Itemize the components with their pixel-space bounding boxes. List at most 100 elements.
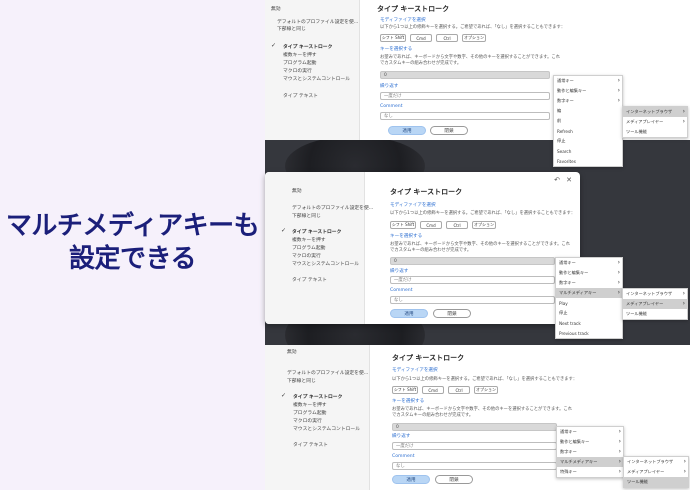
sidebar-item-type-text[interactable]: タイプ テキスト bbox=[293, 441, 328, 448]
modifier-desc: 以下から1つ以上の修飾キーを選択する。ご希望であれば、「なし」を選択することもで… bbox=[392, 377, 578, 382]
chevron-right-icon: › bbox=[617, 77, 620, 84]
menu-item[interactable]: 通常キー › bbox=[557, 427, 623, 437]
sidebar-item-multikey[interactable]: 複数キーを押す bbox=[283, 51, 317, 58]
sidebar-item-multikey[interactable]: 複数キーを押す bbox=[293, 401, 327, 408]
modifier-shift-button[interactable]: シフト Shift bbox=[390, 221, 416, 229]
modifier-shift-button[interactable]: シフト Shift bbox=[392, 386, 418, 394]
menu-item[interactable]: ツール機能 bbox=[623, 127, 687, 137]
key-input[interactable]: 0 bbox=[380, 71, 550, 79]
menu-item[interactable]: ツール機能 bbox=[624, 477, 688, 487]
cancel-button[interactable]: 閉鎖 bbox=[433, 309, 471, 318]
sidebar-item-program[interactable]: プログラム起動 bbox=[293, 409, 326, 416]
modifier-ctrl-button[interactable]: Ctrl bbox=[436, 34, 458, 42]
sidebar-item-default-profile[interactable]: デフォルトのプロファイル設定を使... bbox=[287, 369, 368, 376]
modifier-cmd-button[interactable]: Cmd bbox=[410, 34, 432, 42]
sidebar-item-macro[interactable]: マクロの実行 bbox=[292, 252, 321, 259]
repeat-select[interactable]: 一度だけ bbox=[380, 92, 550, 100]
sidebar-item-disabled[interactable]: 無効 bbox=[287, 348, 297, 355]
modifier-shift-button[interactable]: シフト Shift bbox=[380, 34, 406, 42]
menu-item[interactable]: 動作と編集キー › bbox=[557, 437, 623, 447]
menu-item[interactable]: 特殊キー › bbox=[557, 467, 623, 477]
key-desc-2: でカスタムキーの組み合わせが完成です。 bbox=[380, 61, 462, 66]
repeat-select[interactable]: 一度だけ bbox=[392, 442, 557, 450]
sidebar-item-macro[interactable]: マクロの実行 bbox=[283, 67, 312, 74]
sidebar-item-hotkey[interactable]: 下部線と同じ bbox=[292, 212, 321, 219]
menu-item[interactable]: 通常キー › bbox=[554, 76, 622, 86]
modifier-cmd-button[interactable]: Cmd bbox=[422, 386, 444, 394]
menu-item[interactable]: Search bbox=[554, 146, 622, 156]
sidebar-item-type-text[interactable]: タイプ テキスト bbox=[292, 276, 327, 283]
menu-item[interactable]: Next track bbox=[556, 318, 622, 328]
menu-item[interactable]: ツール機能 bbox=[623, 309, 687, 319]
key-desc-2: でカスタムキーの組み合わせが完成です。 bbox=[392, 413, 474, 418]
sidebar-item-keystroke[interactable]: タイプ キーストローク bbox=[292, 228, 341, 235]
sidebar-item-type-text[interactable]: タイプ テキスト bbox=[283, 92, 318, 99]
menu-item[interactable]: Refresh bbox=[554, 126, 622, 136]
menu-item[interactable]: Favorites bbox=[554, 156, 622, 166]
menu-item[interactable]: メディアプレイヤー › bbox=[623, 117, 687, 127]
modifier-option-button[interactable]: オプション bbox=[462, 34, 486, 42]
sidebar-item-program[interactable]: プログラム起動 bbox=[292, 244, 325, 251]
main-area: ↶ ✕ タイプ キーストローク モディファイアを選択 以下から1つ以上の修飾キー… bbox=[365, 172, 580, 324]
modifier-option-button[interactable]: オプション bbox=[472, 221, 496, 229]
sidebar-item-macro[interactable]: マクロの実行 bbox=[293, 417, 322, 424]
comment-input[interactable]: なし bbox=[392, 462, 557, 470]
apply-button[interactable]: 適用 bbox=[388, 126, 426, 135]
menu-item[interactable]: 停止 bbox=[554, 136, 622, 146]
menu-item[interactable]: インターネットブラウザ › bbox=[623, 289, 687, 299]
repeat-title: 繰り返す bbox=[392, 434, 411, 439]
page-title: タイプ キーストローク bbox=[392, 354, 465, 362]
cancel-button[interactable]: 閉鎖 bbox=[430, 126, 468, 135]
sidebar-item-keystroke[interactable]: タイプ キーストローク bbox=[283, 43, 332, 50]
menu-item[interactable]: インターネットブラウザ › bbox=[623, 107, 687, 117]
comment-input[interactable]: なし bbox=[390, 296, 555, 304]
close-icon[interactable]: ✕ bbox=[566, 176, 572, 184]
sidebar-item-disabled[interactable]: 無効 bbox=[271, 5, 281, 12]
menu-item[interactable]: 編 bbox=[554, 106, 622, 116]
sidebar-item-default-profile[interactable]: デフォルトのプロファイル設定を使... bbox=[292, 204, 373, 211]
modifier-ctrl-button[interactable]: Ctrl bbox=[446, 221, 468, 229]
menu-item[interactable]: メディアプレイヤー › bbox=[624, 467, 688, 477]
menu-item[interactable]: 停止 bbox=[556, 308, 622, 318]
menu-item[interactable]: Previous track bbox=[556, 328, 622, 338]
check-icon: ✓ bbox=[281, 227, 287, 234]
menu-item[interactable]: 数字キー › bbox=[556, 278, 622, 288]
repeat-select[interactable]: 一度だけ bbox=[390, 276, 555, 284]
chevron-right-icon: › bbox=[618, 448, 621, 455]
menu-item[interactable]: メディアプレイヤー › bbox=[623, 299, 687, 309]
modifier-cmd-button[interactable]: Cmd bbox=[420, 221, 442, 229]
sidebar-item-default-profile[interactable]: デフォルトのプロファイル設定を使... bbox=[277, 18, 358, 25]
modifier-title: モディファイアを選択 bbox=[390, 203, 436, 208]
menu-item[interactable]: 数字キー › bbox=[557, 447, 623, 457]
key-input[interactable]: 0 bbox=[392, 423, 557, 431]
menu-item[interactable]: マルチメディアキー › bbox=[557, 457, 623, 467]
menu-item[interactable]: Play bbox=[556, 298, 622, 308]
menu-item[interactable]: 動作と編集キー › bbox=[554, 86, 622, 96]
sidebar-item-program[interactable]: プログラム起動 bbox=[283, 59, 316, 66]
sidebar-item-hotkey[interactable]: 下部線と同じ bbox=[277, 25, 306, 32]
key-input[interactable]: 0 bbox=[390, 257, 555, 265]
sidebar-item-mouse-system[interactable]: マウスとシステムコントロール bbox=[292, 260, 359, 267]
apply-button[interactable]: 適用 bbox=[392, 475, 430, 484]
sidebar-item-disabled[interactable]: 無効 bbox=[292, 187, 302, 194]
menu-item[interactable]: 数字キー › bbox=[554, 96, 622, 106]
menu-item[interactable]: インターネットブラウザ › bbox=[624, 457, 688, 467]
menu-item[interactable]: 通常キー › bbox=[556, 258, 622, 268]
comment-input[interactable]: なし bbox=[380, 112, 550, 120]
menu-item[interactable]: 動作と編集キー › bbox=[556, 268, 622, 278]
chevron-right-icon: › bbox=[682, 290, 685, 297]
menu-item[interactable]: マルチメディアキー › bbox=[556, 288, 622, 298]
sidebar-item-multikey[interactable]: 複数キーを押す bbox=[292, 236, 326, 243]
modifier-ctrl-button[interactable]: Ctrl bbox=[448, 386, 470, 394]
back-icon[interactable]: ↶ bbox=[554, 176, 560, 184]
cancel-button[interactable]: 閉鎖 bbox=[435, 475, 473, 484]
sidebar-item-mouse-system[interactable]: マウスとシステムコントロール bbox=[283, 75, 350, 82]
key-category-menu: 通常キー › 動作と編集キー › 数字キー › 編 前 Refresh 停止 Sear… bbox=[553, 75, 623, 167]
menu-item[interactable]: 前 bbox=[554, 116, 622, 126]
modifier-option-button[interactable]: オプション bbox=[474, 386, 498, 394]
sidebar-item-keystroke[interactable]: タイプ キーストローク bbox=[293, 393, 342, 400]
sidebar-item-mouse-system[interactable]: マウスとシステムコントロール bbox=[293, 425, 360, 432]
sidebar-item-hotkey[interactable]: 下部線と同じ bbox=[287, 377, 316, 384]
modifier-desc: 以下から1つ以上の修飾キーを選択する。ご希望であれば、「なし」を選択することもで… bbox=[390, 211, 576, 216]
apply-button[interactable]: 適用 bbox=[390, 309, 428, 318]
